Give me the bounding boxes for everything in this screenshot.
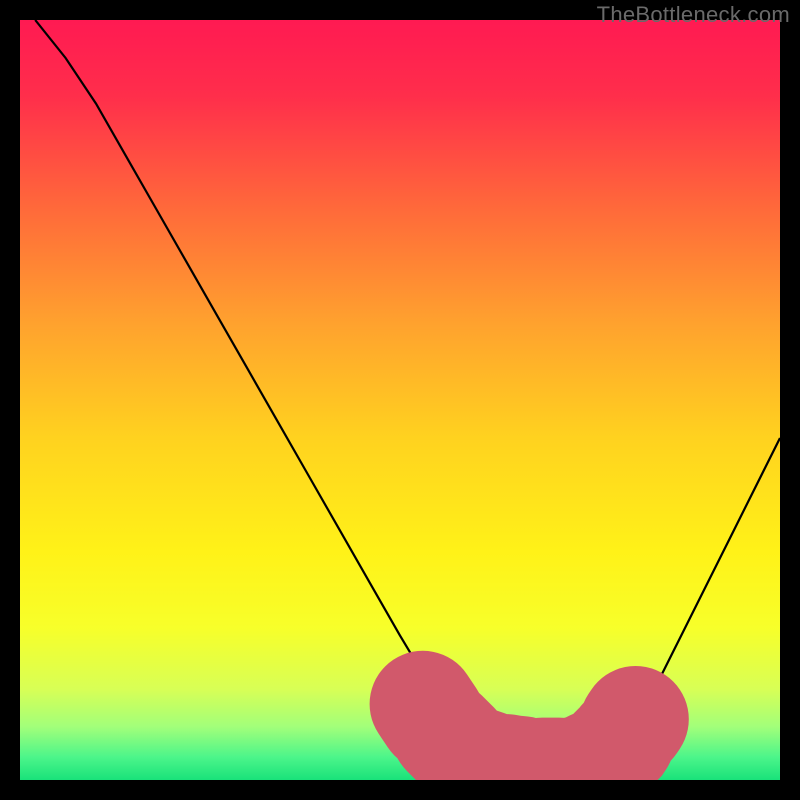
chart-frame: TheBottleneck.com bbox=[0, 0, 800, 800]
plot-svg bbox=[20, 20, 780, 780]
